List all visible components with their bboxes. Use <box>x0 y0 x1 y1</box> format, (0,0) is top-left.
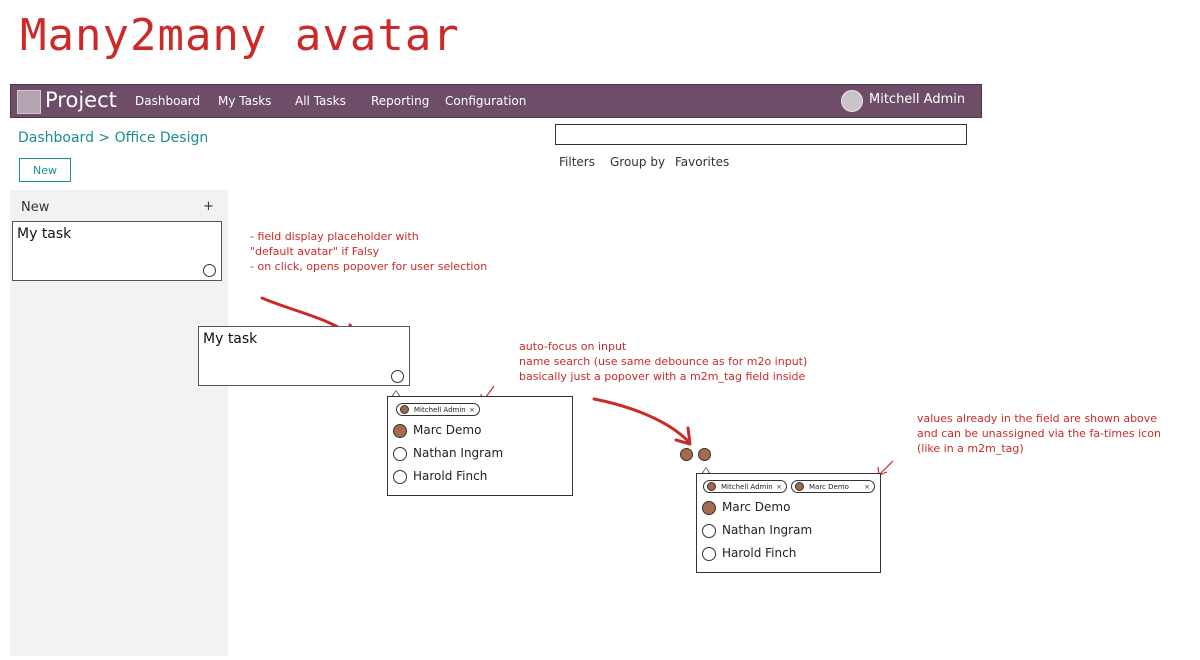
default-avatar-icon <box>702 524 716 538</box>
tag-mitchell-admin: Mitchell Admin × <box>396 403 480 416</box>
times-icon[interactable]: × <box>776 481 782 494</box>
default-avatar-icon <box>702 547 716 561</box>
annotation-note: auto-focus on input name search (use sam… <box>519 340 808 383</box>
tag-mitchell-admin: Mitchell Admin × <box>703 480 787 493</box>
avatar-icon[interactable] <box>698 448 711 461</box>
times-icon[interactable]: × <box>864 481 870 494</box>
default-avatar-icon[interactable] <box>391 370 404 383</box>
avatar-icon[interactable] <box>680 448 693 461</box>
user-select-popover: Mitchell Admin × Marc Demo × Marc Demo N… <box>696 473 881 573</box>
default-avatar-icon <box>393 470 407 484</box>
tag-marc-demo: Marc Demo × <box>791 480 875 493</box>
user-select-popover: Mitchell Admin × Marc Demo Nathan Ingram… <box>387 396 573 496</box>
example-card[interactable]: My task <box>198 326 410 386</box>
avatar-icon <box>702 501 716 515</box>
avatar-icon <box>795 482 804 491</box>
avatar-icon <box>400 405 409 414</box>
card-title: My task <box>203 331 258 347</box>
default-avatar-icon <box>393 447 407 461</box>
annotation-arrows <box>260 296 894 476</box>
times-icon[interactable]: × <box>469 404 475 417</box>
annotation-note: values already in the field are shown ab… <box>917 412 1161 455</box>
avatar-icon <box>393 424 407 438</box>
avatar-icon <box>707 482 716 491</box>
